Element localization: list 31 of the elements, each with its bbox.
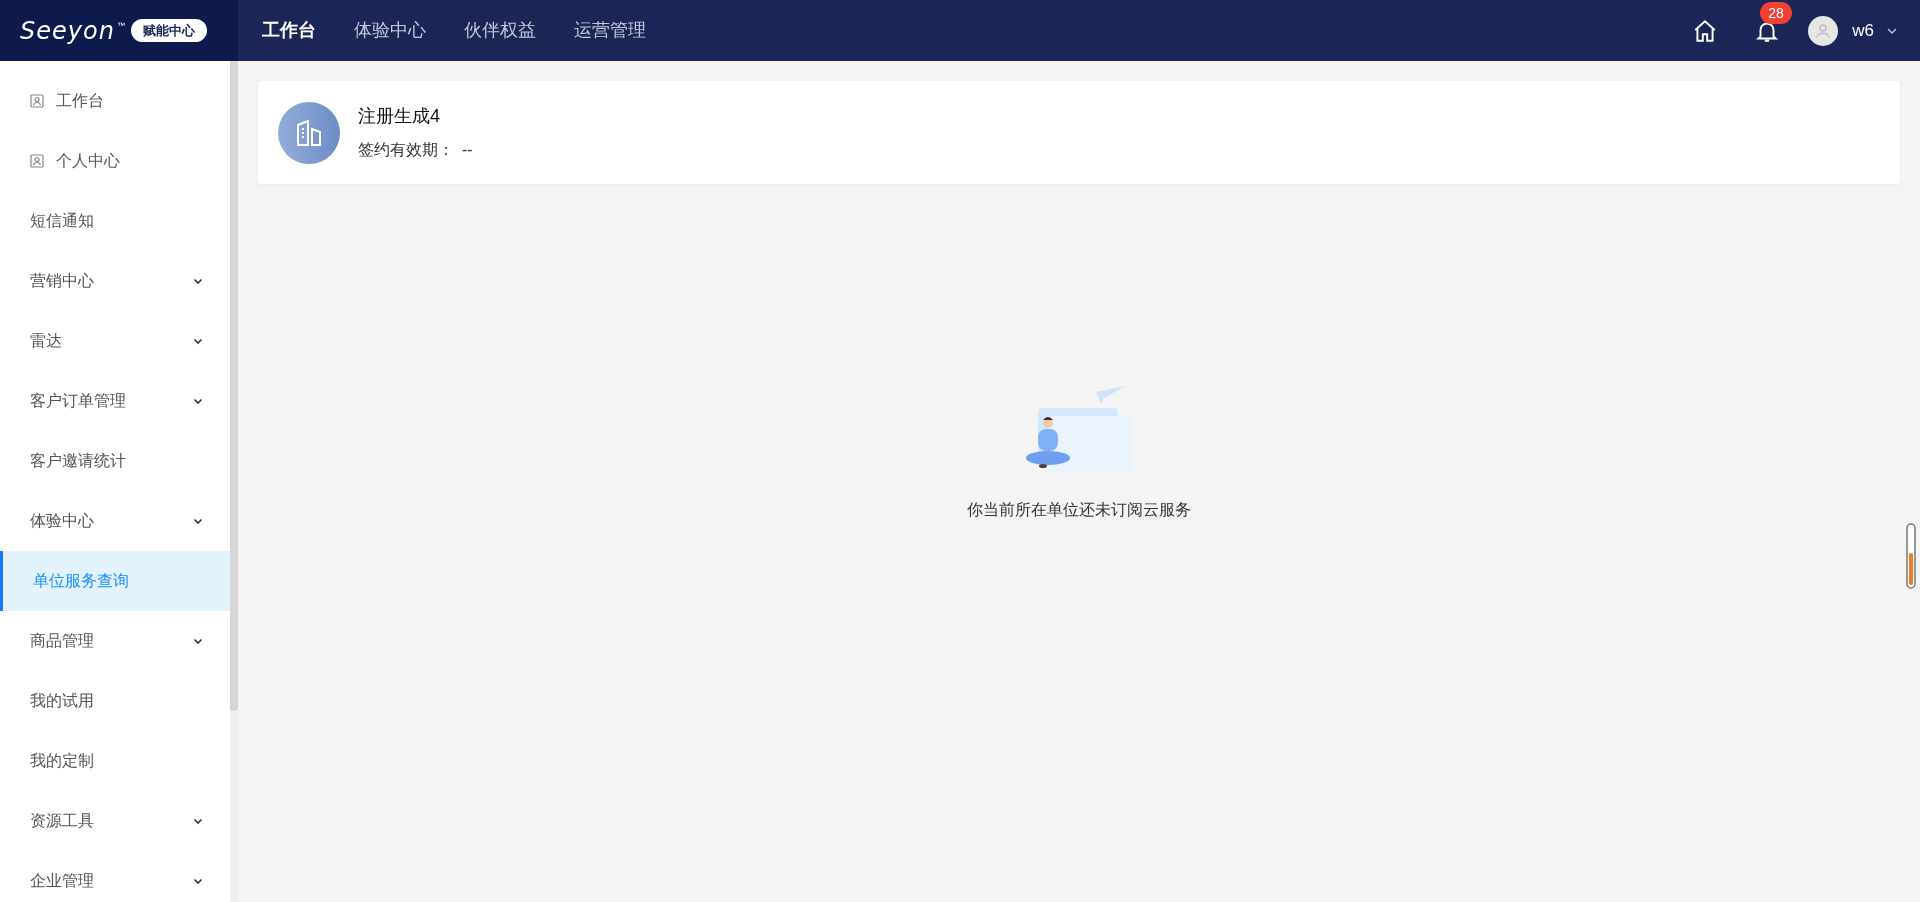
- validity-value: --: [462, 140, 473, 160]
- user-name[interactable]: w6: [1852, 17, 1874, 44]
- user-card-icon: [30, 94, 44, 108]
- sidebar-item[interactable]: 我的定制: [0, 731, 230, 791]
- sidebar-item[interactable]: 商品管理: [0, 611, 230, 671]
- empty-message: 你当前所在单位还未订阅云服务: [967, 500, 1191, 520]
- sidebar-item[interactable]: 营销中心: [0, 251, 230, 311]
- sidebar-item[interactable]: 我的试用: [0, 671, 230, 731]
- sidebar-item[interactable]: 资源工具: [0, 791, 230, 851]
- scroll-indicator-icon: [1906, 523, 1916, 589]
- sidebar-item[interactable]: 体验中心: [0, 491, 230, 551]
- sidebar-item[interactable]: 客户邀请统计: [0, 431, 230, 491]
- user-avatar[interactable]: [1808, 15, 1839, 46]
- nav-tab[interactable]: 工作台: [262, 17, 316, 44]
- validity-label: 签约有效期：: [358, 140, 454, 160]
- sidebar-item[interactable]: 个人中心: [0, 131, 230, 191]
- logo-text: Seeyon: [20, 18, 115, 43]
- logo-badge: 赋能中心: [130, 18, 207, 43]
- nav-tab[interactable]: 伙伴权益: [464, 17, 536, 44]
- company-name: 注册生成4: [358, 105, 441, 128]
- sidebar-item[interactable]: 短信通知: [0, 191, 230, 251]
- sidebar-item[interactable]: 工作台: [0, 71, 230, 131]
- nav-tab[interactable]: 运营管理: [574, 17, 646, 44]
- sidebar-item[interactable]: 雷达: [0, 311, 230, 371]
- user-card-icon: [30, 154, 44, 168]
- sidebar-item[interactable]: 企业管理: [0, 851, 230, 902]
- trademark-mark: ™: [116, 20, 125, 32]
- scrollbar-thumb[interactable]: [230, 61, 238, 711]
- notification-count: 28: [1760, 1, 1792, 24]
- nav-tab[interactable]: 体验中心: [354, 17, 426, 44]
- sidebar-item[interactable]: 客户订单管理: [0, 371, 230, 431]
